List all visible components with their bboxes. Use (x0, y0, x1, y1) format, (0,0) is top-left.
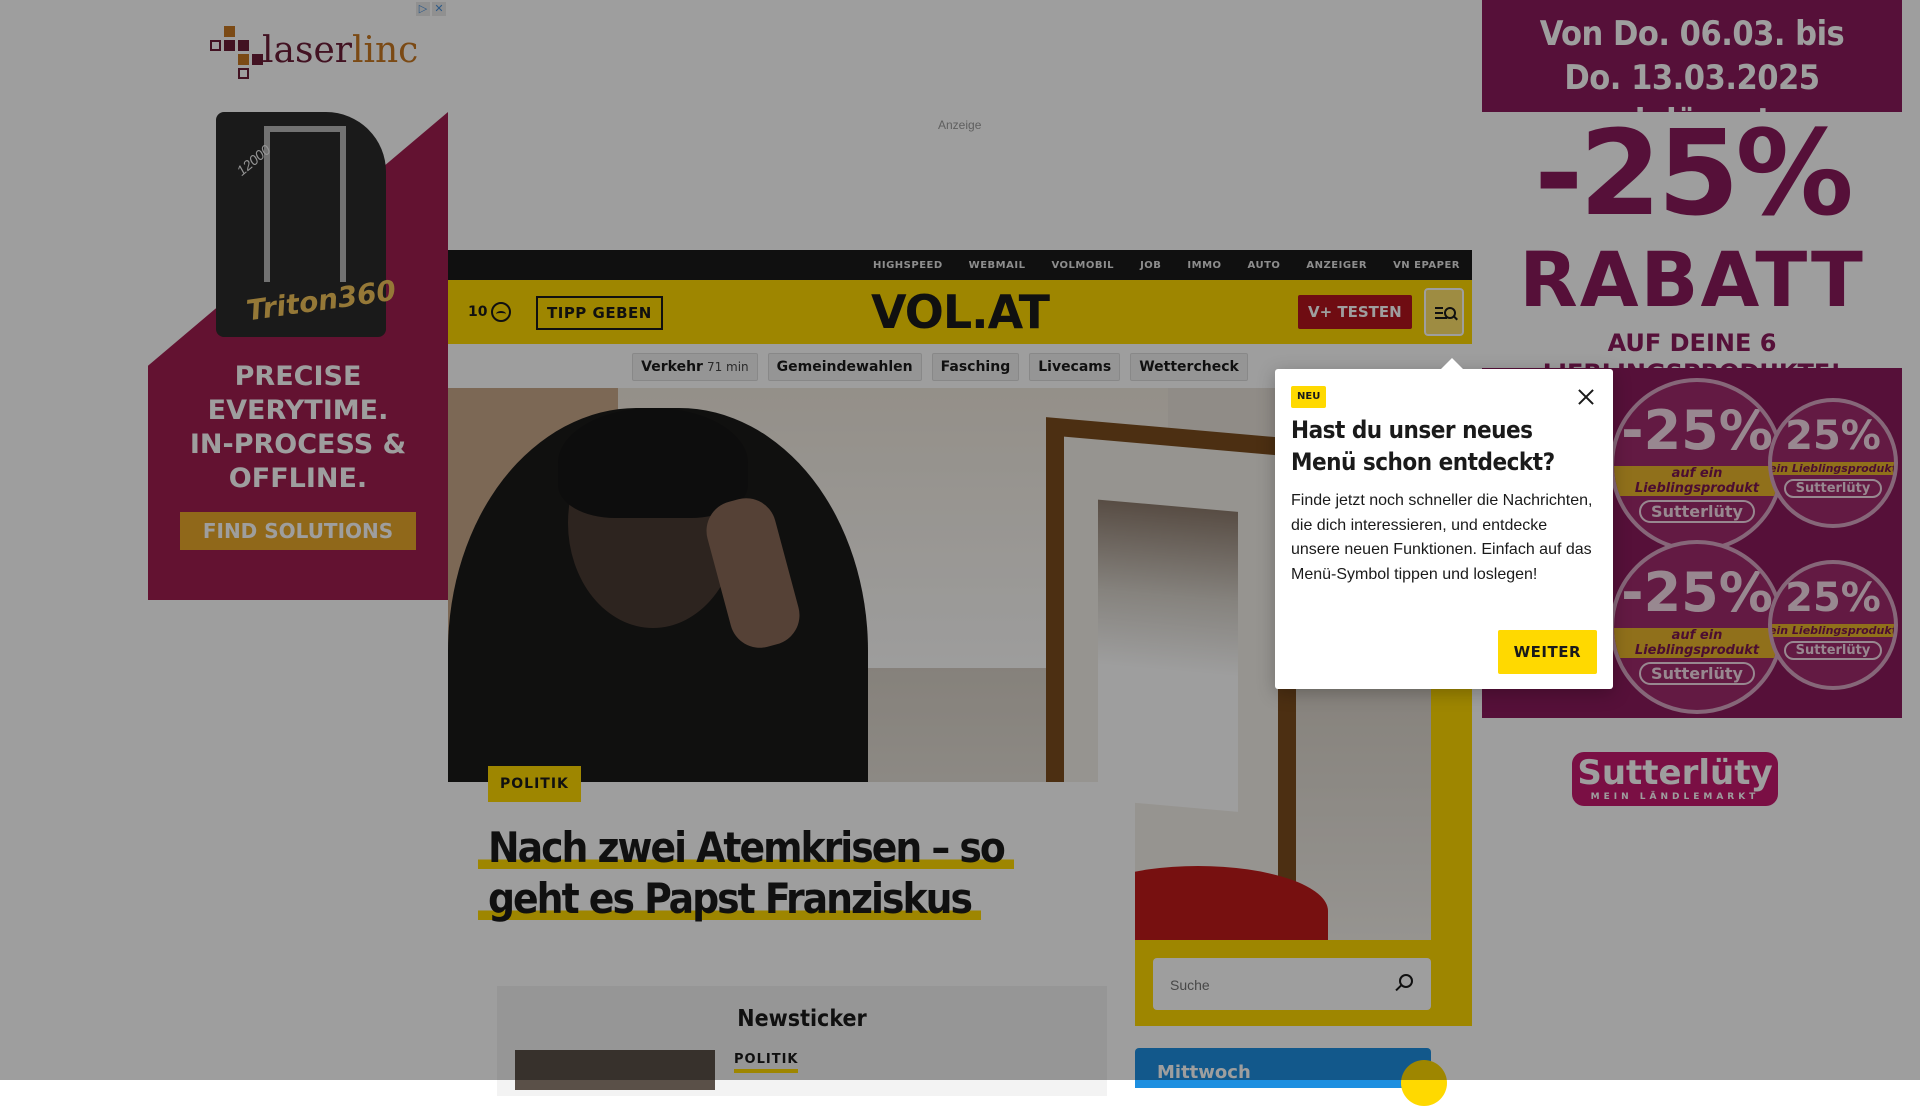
new-menu-popup: NEU Hast du unser neues Menü schon entde… (1275, 358, 1613, 689)
popup-body: Finde jetzt noch schneller die Nachricht… (1291, 492, 1593, 583)
weiter-button[interactable]: WEITER (1497, 630, 1597, 674)
popup-title: Hast du unser neues Menü schon entdeckt? (1291, 416, 1555, 476)
close-icon[interactable] (1575, 386, 1597, 408)
modal-overlay[interactable] (0, 0, 1920, 1080)
new-badge: NEU (1291, 386, 1327, 408)
